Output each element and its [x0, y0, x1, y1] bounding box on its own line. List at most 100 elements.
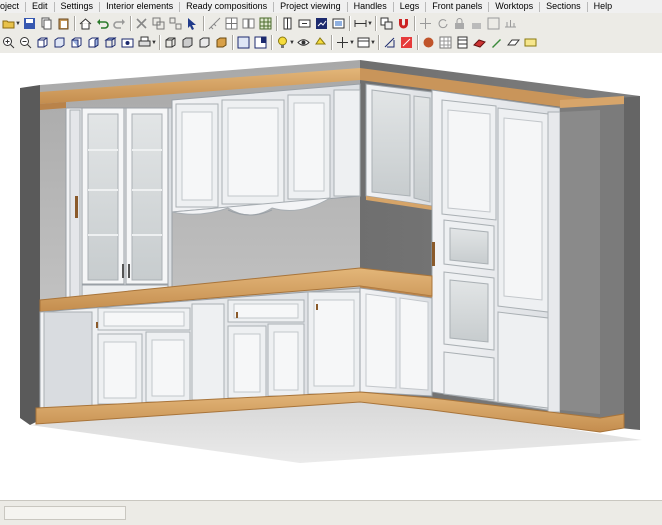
tall-right-cabinet[interactable] — [431, 89, 561, 413]
chevron-down-icon[interactable]: ▼ — [289, 40, 295, 46]
home-icon[interactable] — [78, 16, 93, 31]
zoom-in-icon[interactable] — [1, 35, 16, 50]
menu-legs[interactable]: Legs — [393, 0, 420, 13]
lock-icon[interactable] — [452, 16, 467, 31]
menu-front-panels[interactable]: Front panels — [425, 0, 482, 13]
select-arrow-icon[interactable] — [185, 16, 200, 31]
catalog-icon[interactable] — [399, 35, 414, 50]
toolbar-separator — [232, 35, 233, 50]
unlock-icon[interactable] — [469, 16, 484, 31]
group-icon[interactable] — [168, 16, 183, 31]
status-field — [4, 506, 126, 520]
toolbar-separator — [130, 16, 131, 31]
level-icon[interactable] — [503, 16, 518, 31]
toolbar-separator — [271, 35, 272, 50]
view-toolbar: ▼ ▼ ▼ ▼ — [0, 32, 662, 54]
snap-icon[interactable] — [486, 16, 501, 31]
upper-wall-cabinets[interactable] — [171, 83, 361, 216]
column-icon[interactable] — [280, 16, 295, 31]
align-icon[interactable] — [241, 16, 256, 31]
light-icon[interactable] — [275, 35, 290, 50]
chevron-down-icon[interactable]: ▼ — [151, 40, 157, 46]
menu-handles[interactable]: Handles — [347, 0, 387, 13]
undo-icon[interactable] — [95, 16, 110, 31]
layout-icon[interactable] — [356, 35, 371, 50]
rotate-icon[interactable] — [435, 16, 450, 31]
zoom-out-icon[interactable] — [18, 35, 33, 50]
toolbar-separator — [331, 35, 332, 50]
view-front-icon[interactable] — [35, 35, 50, 50]
perspective-icon[interactable] — [236, 35, 251, 50]
view-left-icon[interactable] — [69, 35, 84, 50]
toolbar-separator — [276, 16, 277, 31]
toolbar-separator — [378, 35, 379, 50]
split-icon[interactable] — [314, 16, 329, 31]
view-back-icon[interactable] — [52, 35, 67, 50]
save-icon[interactable] — [22, 16, 37, 31]
3d-viewport[interactable] — [0, 53, 662, 500]
lamp-icon[interactable] — [313, 35, 328, 50]
menu-edit[interactable]: Edit — [25, 0, 48, 13]
menu-interior-elements[interactable]: Interior elements — [99, 0, 173, 13]
duplicate-icon[interactable] — [151, 16, 166, 31]
kitchen-render — [20, 60, 642, 463]
chevron-down-icon[interactable]: ▼ — [15, 21, 21, 27]
menu-ready-compositions[interactable]: Ready compositions — [179, 0, 267, 13]
eraser-icon[interactable] — [506, 35, 521, 50]
grid-icon[interactable] — [224, 16, 239, 31]
right-end-panel — [560, 104, 624, 420]
paste-icon[interactable] — [56, 16, 71, 31]
redo-icon[interactable] — [112, 16, 127, 31]
axis-icon[interactable] — [335, 35, 350, 50]
chevron-down-icon[interactable]: ▼ — [349, 40, 355, 46]
menu-worktops[interactable]: Worktops — [488, 0, 533, 13]
delete-icon[interactable] — [134, 16, 149, 31]
dimension-icon[interactable] — [353, 16, 368, 31]
toolbar-separator — [375, 16, 376, 31]
measure-icon[interactable] — [207, 16, 222, 31]
cube-texture-icon[interactable] — [197, 35, 212, 50]
toolbar-separator — [159, 35, 160, 50]
pen-icon[interactable] — [489, 35, 504, 50]
tall-glass-cabinet[interactable] — [65, 107, 173, 302]
print-icon[interactable] — [137, 35, 152, 50]
layers-icon[interactable] — [379, 16, 394, 31]
window-icon[interactable] — [253, 35, 268, 50]
camera-icon[interactable] — [120, 35, 135, 50]
menu-settings[interactable]: Settings — [54, 0, 94, 13]
cube-shaded-icon[interactable] — [214, 35, 229, 50]
brush-icon[interactable] — [438, 35, 453, 50]
settings-icon[interactable] — [523, 35, 538, 50]
wall-icon[interactable] — [472, 35, 487, 50]
menu-help[interactable]: Help — [587, 0, 613, 13]
view-top-icon[interactable] — [103, 35, 118, 50]
mirror-icon[interactable] — [297, 16, 312, 31]
chevron-down-icon[interactable]: ▼ — [370, 40, 376, 46]
chevron-down-icon[interactable]: ▼ — [367, 21, 373, 27]
toolbar-separator — [417, 35, 418, 50]
move-icon[interactable] — [418, 16, 433, 31]
texture-icon[interactable] — [421, 35, 436, 50]
status-bar — [0, 500, 662, 525]
menu-project-viewing[interactable]: Project viewing — [273, 0, 341, 13]
frame-icon[interactable] — [331, 16, 346, 31]
cube-wire-icon[interactable] — [163, 35, 178, 50]
copy-icon[interactable] — [39, 16, 54, 31]
toolbar-separator — [203, 16, 204, 31]
menu-sections[interactable]: Sections — [539, 0, 581, 13]
view-right-icon[interactable] — [86, 35, 101, 50]
toolbar-separator — [74, 16, 75, 31]
door-icon[interactable] — [455, 35, 470, 50]
menu-project[interactable]: oject — [0, 0, 19, 13]
materials-icon[interactable] — [382, 35, 397, 50]
cube-solid-icon[interactable] — [180, 35, 195, 50]
eye-icon[interactable] — [296, 35, 311, 50]
toolbar-separator — [349, 16, 350, 31]
magnet-icon[interactable] — [396, 16, 411, 31]
corner-upper-glass-cabinets[interactable] — [365, 83, 433, 210]
corner-base-cabinets[interactable] — [359, 287, 433, 397]
toolbar-separator — [414, 16, 415, 31]
menu-bar: oject Edit Settings Interior elements Re… — [0, 0, 662, 13]
grid-view-icon[interactable] — [258, 16, 273, 31]
open-icon[interactable] — [1, 16, 16, 31]
